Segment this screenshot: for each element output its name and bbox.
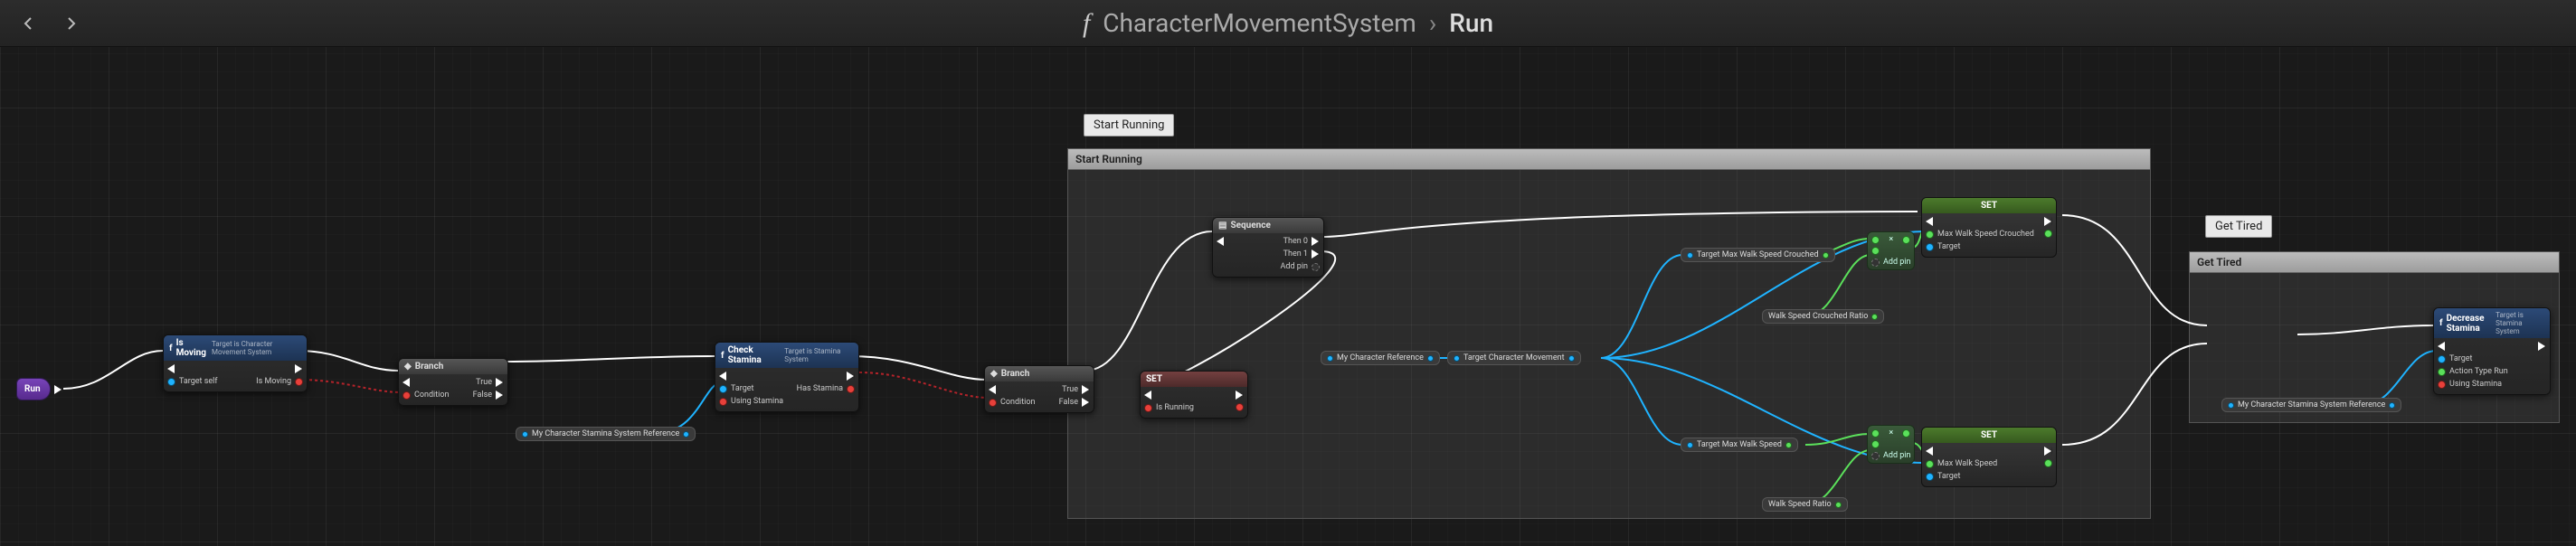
comment-title[interactable]: Start Running bbox=[1068, 149, 2150, 170]
toolbar: f CharacterMovementSystem › Run bbox=[0, 0, 2576, 47]
node-branch-2[interactable]: ◆ Branch Condition True False bbox=[984, 365, 1094, 413]
variable-get-stamina-ref-2[interactable]: My Character Stamina System Reference bbox=[2221, 398, 2401, 412]
exec-out-pin[interactable] bbox=[54, 385, 62, 394]
breadcrumb: f CharacterMovementSystem › Run bbox=[1083, 8, 1493, 39]
node-branch-1[interactable]: ◆ Branch Condition True False bbox=[398, 358, 508, 406]
node-multiply-1[interactable]: × Add pin bbox=[1867, 231, 1915, 270]
node-is-moving[interactable]: f Is Moving Target is Character Movement… bbox=[163, 334, 308, 392]
bool-out-pin bbox=[295, 378, 303, 386]
variable-get-max-walk-speed-crouched[interactable]: Target Max Walk Speed Crouched bbox=[1681, 248, 1835, 262]
comment-tooltip-tired: Get Tired bbox=[2205, 215, 2272, 238]
function-entry-node[interactable]: Run bbox=[16, 378, 62, 400]
node-decrease-stamina[interactable]: fDecrease Stamina Target is Stamina Syst… bbox=[2433, 307, 2551, 395]
comment-tooltip-start: Start Running bbox=[1084, 114, 1174, 136]
node-sequence[interactable]: ▤ Sequence Then 0 Then 1 Add pin bbox=[1212, 217, 1324, 278]
breadcrumb-root[interactable]: CharacterMovementSystem bbox=[1103, 8, 1416, 38]
breadcrumb-separator: › bbox=[1429, 8, 1436, 38]
exec-in-pin bbox=[167, 364, 175, 373]
entry-label: Run bbox=[16, 378, 51, 400]
variable-get-walk-speed-crouched-ratio[interactable]: Walk Speed Crouched Ratio bbox=[1762, 309, 1884, 324]
variable-get-max-walk-speed[interactable]: Target Max Walk Speed bbox=[1681, 438, 1798, 452]
node-title: fCheck Stamina Target is Stamina System bbox=[715, 343, 858, 368]
node-title: ◆ Branch bbox=[399, 359, 507, 374]
variable-get-character-movement[interactable]: Target Character Movement bbox=[1447, 351, 1581, 365]
node-check-stamina[interactable]: fCheck Stamina Target is Stamina System … bbox=[715, 342, 859, 412]
function-icon: f bbox=[1083, 8, 1090, 39]
exec-out-pin bbox=[295, 364, 303, 373]
nav-forward-button[interactable] bbox=[58, 11, 83, 36]
function-icon: f bbox=[169, 344, 173, 353]
node-multiply-2[interactable]: × Add pin bbox=[1867, 425, 1915, 464]
variable-get-walk-speed-ratio[interactable]: Walk Speed Ratio bbox=[1762, 497, 1848, 512]
breadcrumb-leaf[interactable]: Run bbox=[1449, 8, 1493, 38]
node-set-max-walk-speed[interactable]: SET Max Walk Speed Target bbox=[1921, 427, 2057, 487]
node-title: f Is Moving Target is Character Movement… bbox=[164, 335, 307, 361]
node-set-max-walk-speed-crouched[interactable]: SET Max Walk Speed Crouched Target bbox=[1921, 197, 2057, 258]
comment-title[interactable]: Get Tired bbox=[2190, 252, 2559, 273]
node-set-is-running[interactable]: SET Is Running bbox=[1140, 371, 1248, 419]
nav-back-button[interactable] bbox=[16, 11, 42, 36]
variable-get-stamina-ref[interactable]: My Character Stamina System Reference bbox=[516, 427, 696, 441]
target-pin bbox=[167, 378, 175, 386]
condition-pin bbox=[402, 391, 411, 400]
variable-get-character-ref[interactable]: My Character Reference bbox=[1321, 351, 1440, 365]
